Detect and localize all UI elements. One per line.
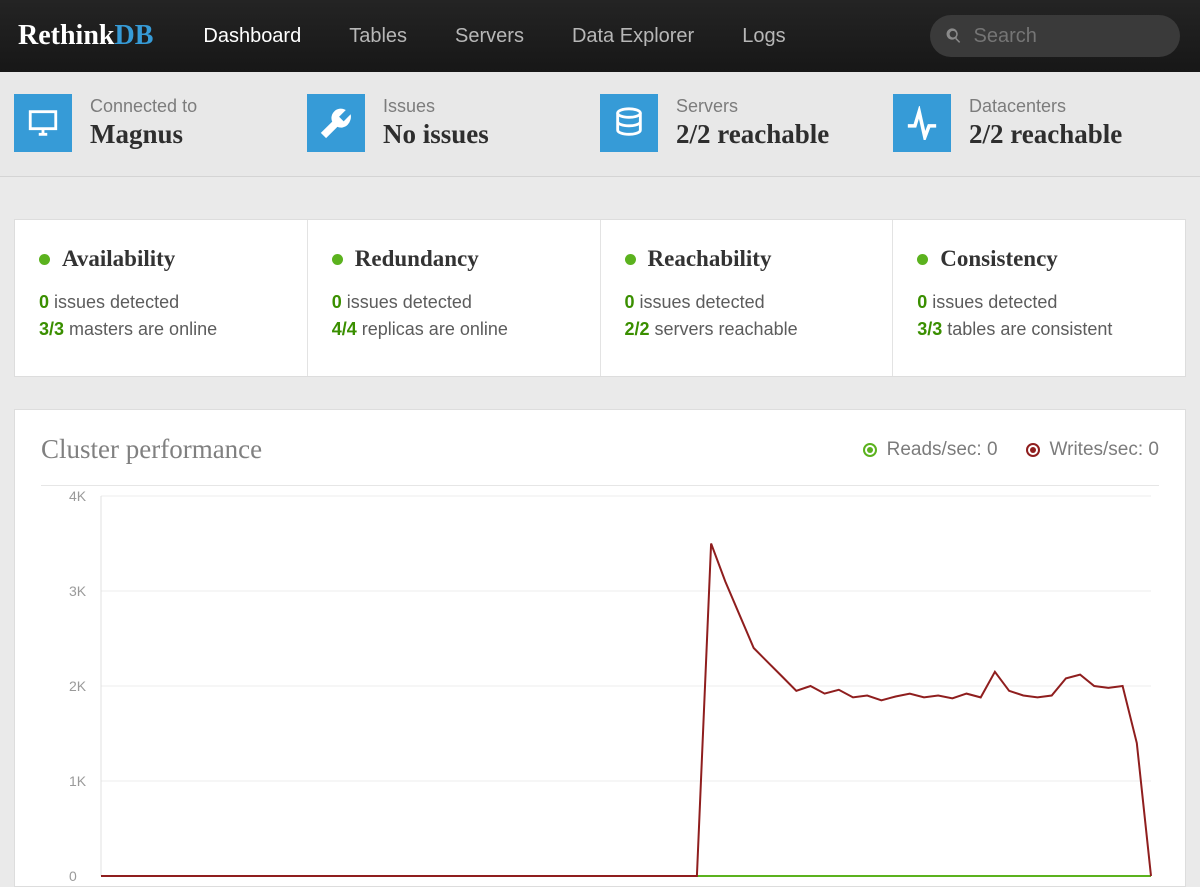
nav-servers[interactable]: Servers: [455, 25, 524, 48]
status-issues-value: No issues: [383, 119, 489, 150]
status-connected-value: Magnus: [90, 119, 197, 150]
health-row: Availability 0 issues detected 3/3 maste…: [14, 219, 1186, 377]
status-strip: Connected to Magnus Issues No issues Ser…: [0, 72, 1200, 177]
top-navbar: RethinkDB Dashboard Tables Servers Data …: [0, 0, 1200, 72]
status-servers: Servers 2/2 reachable: [600, 94, 893, 152]
brand-name: Rethink: [18, 20, 114, 51]
status-dot-green-icon: [917, 254, 928, 265]
search-icon: [946, 26, 963, 46]
status-connected: Connected to Magnus: [14, 94, 307, 152]
health-title: Availability: [62, 246, 175, 272]
monitor-icon: [14, 94, 72, 152]
status-datacenters-label: Datacenters: [969, 96, 1122, 117]
status-issues: Issues No issues: [307, 94, 600, 152]
perf-title: Cluster performance: [41, 434, 835, 465]
search-box[interactable]: [930, 15, 1180, 57]
ytick-label: 0: [69, 868, 77, 884]
search-input[interactable]: [973, 25, 1164, 48]
status-connected-label: Connected to: [90, 96, 197, 117]
health-availability: Availability 0 issues detected 3/3 maste…: [15, 220, 308, 376]
health-consistency: Consistency 0 issues detected 3/3 tables…: [893, 220, 1185, 376]
nav-links: Dashboard Tables Servers Data Explorer L…: [203, 25, 930, 48]
legend-writes: Writes/sec: 0: [1026, 439, 1159, 461]
ytick-label: 4K: [69, 488, 86, 504]
circle-marker-icon: [1026, 443, 1040, 457]
brand-logo[interactable]: RethinkDB: [18, 20, 153, 52]
perf-header: Cluster performance Reads/sec: 0 Writes/…: [41, 434, 1159, 465]
legend-reads: Reads/sec: 0: [863, 439, 998, 461]
pulse-icon: [893, 94, 951, 152]
database-icon: [600, 94, 658, 152]
status-datacenters: Datacenters 2/2 reachable: [893, 94, 1186, 152]
ytick-label: 3K: [69, 583, 86, 599]
status-issues-label: Issues: [383, 96, 489, 117]
cluster-performance-panel: Cluster performance Reads/sec: 0 Writes/…: [14, 409, 1186, 887]
ytick-label: 1K: [69, 773, 86, 789]
brand-suffix: DB: [114, 20, 153, 51]
health-title: Reachability: [648, 246, 772, 272]
status-servers-label: Servers: [676, 96, 829, 117]
nav-dashboard[interactable]: Dashboard: [203, 25, 301, 48]
status-dot-green-icon: [625, 254, 636, 265]
ytick-label: 2K: [69, 678, 86, 694]
status-servers-value: 2/2 reachable: [676, 119, 829, 150]
nav-data-explorer[interactable]: Data Explorer: [572, 25, 694, 48]
status-datacenters-value: 2/2 reachable: [969, 119, 1122, 150]
health-redundancy: Redundancy 0 issues detected 4/4 replica…: [308, 220, 601, 376]
health-reachability: Reachability 0 issues detected 2/2 serve…: [601, 220, 894, 376]
nav-tables[interactable]: Tables: [349, 25, 407, 48]
health-title: Redundancy: [355, 246, 479, 272]
perf-chart: 0 1K 2K 3K 4K: [41, 485, 1159, 886]
circle-marker-icon: [863, 443, 877, 457]
status-dot-green-icon: [39, 254, 50, 265]
health-title: Consistency: [940, 246, 1058, 272]
nav-logs[interactable]: Logs: [742, 25, 785, 48]
status-dot-green-icon: [332, 254, 343, 265]
wrench-icon: [307, 94, 365, 152]
